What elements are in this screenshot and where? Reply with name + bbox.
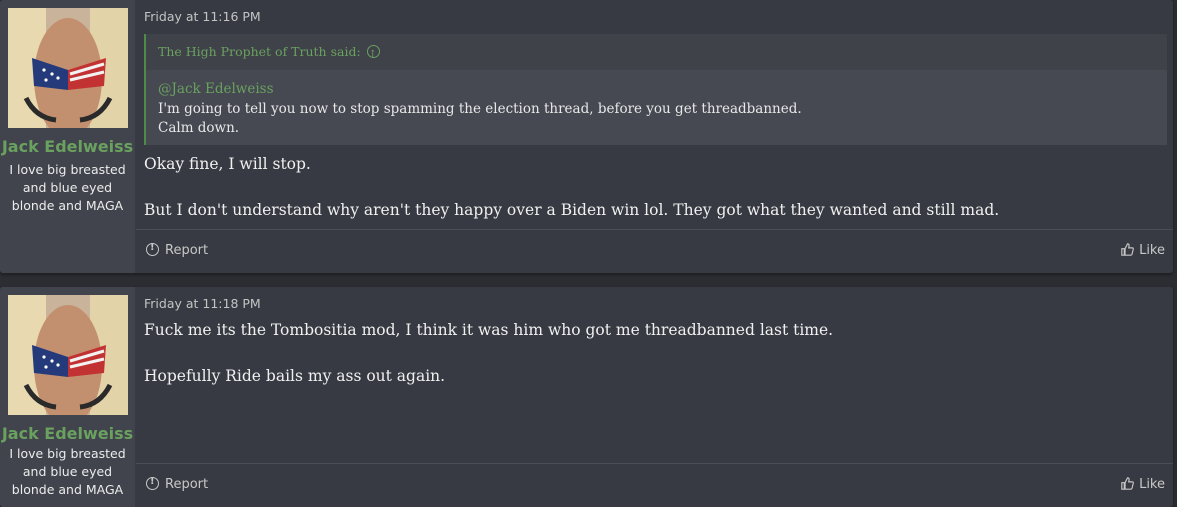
report-button[interactable]: Report (146, 242, 209, 258)
like-button[interactable]: Like (1121, 477, 1165, 492)
thumbs-up-icon (1121, 243, 1134, 256)
report-label: Report (165, 243, 209, 258)
message-paragraph: Fuck me its the Tombositia mod, I think … (144, 321, 834, 339)
report-icon (146, 476, 159, 490)
report-label: Report (165, 477, 209, 492)
report-icon (146, 242, 159, 256)
user-title: I love big breasted and blue eyed blonde… (9, 446, 126, 497)
quote-block: The High Prophet of Truth said: @Jack Ed… (144, 34, 1167, 145)
post-main: Friday at 11:16 PM The High Prophet of T… (136, 0, 1173, 273)
post-footer: Report Like (136, 463, 1173, 507)
quote-line: I'm going to tell you now to stop spammi… (158, 100, 802, 117)
post-main: Friday at 11:18 PM Fuck me its the Tombo… (136, 287, 1173, 507)
avatar-image (8, 295, 128, 415)
user-cell: Jack Edelweiss I love big breasted and b… (0, 0, 135, 273)
username[interactable]: Jack Edelweiss (0, 137, 135, 156)
username[interactable]: Jack Edelweiss (0, 424, 135, 443)
user-title: I love big breasted and blue eyed blonde… (9, 162, 126, 213)
message-paragraph: Hopefully Ride bails my ass out again. (144, 367, 446, 385)
quote-header[interactable]: The High Prophet of Truth said: (146, 34, 1167, 73)
quote-line: Calm down. (158, 120, 240, 136)
quote-body: @Jack Edelweiss I'm going to tell you no… (146, 70, 1167, 139)
message-paragraph: But I don't understand why aren't they h… (144, 201, 1000, 219)
post-date[interactable]: Friday at 11:18 PM (144, 296, 261, 311)
post: Jack Edelweiss I love big breasted and b… (0, 0, 1173, 273)
avatar[interactable] (8, 8, 128, 128)
post-date[interactable]: Friday at 11:16 PM (144, 9, 261, 24)
avatar-image (8, 8, 128, 128)
user-cell: Jack Edelweiss I love big breasted and b… (0, 287, 135, 507)
arrow-up-circle-icon[interactable] (366, 37, 380, 73)
like-button[interactable]: Like (1121, 243, 1165, 258)
like-label: Like (1139, 243, 1165, 258)
thumbs-up-icon (1121, 477, 1134, 490)
post: Jack Edelweiss I love big breasted and b… (0, 287, 1173, 507)
avatar[interactable] (8, 295, 128, 415)
quote-mention[interactable]: @Jack Edelweiss (158, 80, 1155, 100)
post-footer: Report Like (136, 229, 1173, 273)
message-paragraph: Okay fine, I will stop. (144, 155, 311, 173)
like-label: Like (1139, 477, 1165, 492)
report-button[interactable]: Report (146, 476, 209, 492)
quote-author[interactable]: The High Prophet of Truth said: (158, 44, 361, 59)
